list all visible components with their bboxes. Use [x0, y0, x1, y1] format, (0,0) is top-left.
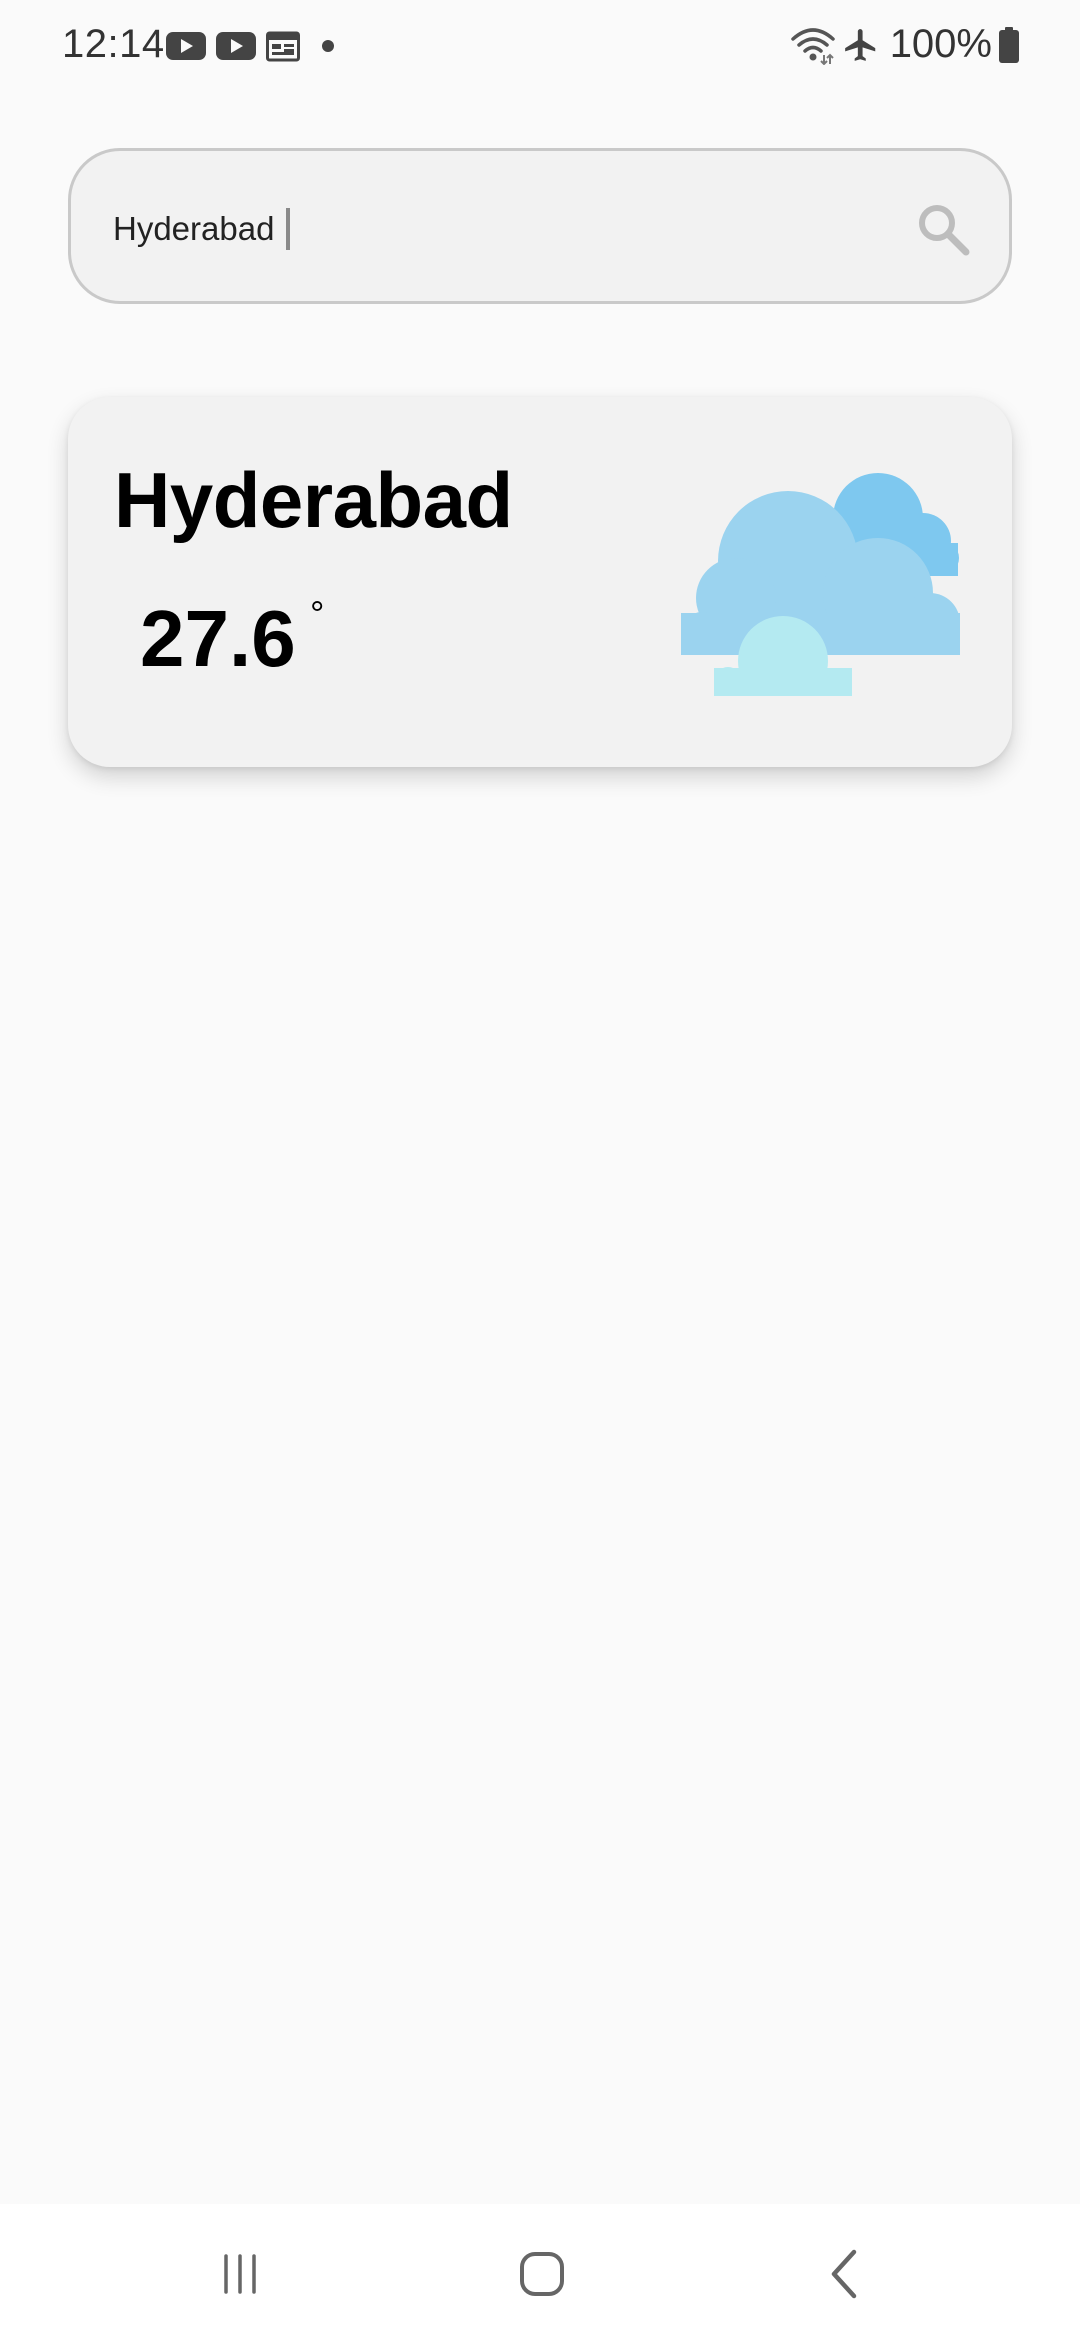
- navigation-bar: [0, 2204, 1080, 2340]
- recents-button[interactable]: [210, 2244, 270, 2304]
- home-icon: [520, 2252, 564, 2296]
- youtube-icon: [216, 32, 256, 60]
- weather-card[interactable]: Hyderabad 27.6 °: [68, 397, 1012, 767]
- battery-icon: [999, 26, 1019, 63]
- back-button[interactable]: [816, 2244, 876, 2304]
- temperature-value: 27.6: [140, 594, 296, 683]
- cloudy-icon: [678, 473, 968, 703]
- city-name: Hyderabad: [114, 456, 513, 544]
- back-icon: [831, 2249, 857, 2299]
- status-system-icons: 100%: [790, 22, 1020, 67]
- home-button[interactable]: [512, 2244, 572, 2304]
- search-box[interactable]: Hyderabad: [68, 148, 1012, 304]
- degree-symbol: °: [310, 593, 325, 634]
- text-cursor: [286, 208, 291, 250]
- airplane-mode-icon: [844, 28, 875, 61]
- battery-percentage: 100%: [889, 22, 992, 66]
- status-time: 12:14: [62, 22, 165, 66]
- search-input[interactable]: Hyderabad: [113, 199, 873, 259]
- wifi-icon: [790, 27, 835, 65]
- calendar-icon: [266, 31, 300, 62]
- search-icon[interactable]: [913, 199, 973, 259]
- youtube-icon: [166, 32, 206, 60]
- status-bar: 12:14 100%: [0, 0, 1080, 90]
- dot-icon: [322, 40, 334, 52]
- status-notification-icons: [166, 30, 340, 62]
- recents-icon: [224, 2254, 256, 2294]
- search-input-text: Hyderabad: [113, 210, 275, 247]
